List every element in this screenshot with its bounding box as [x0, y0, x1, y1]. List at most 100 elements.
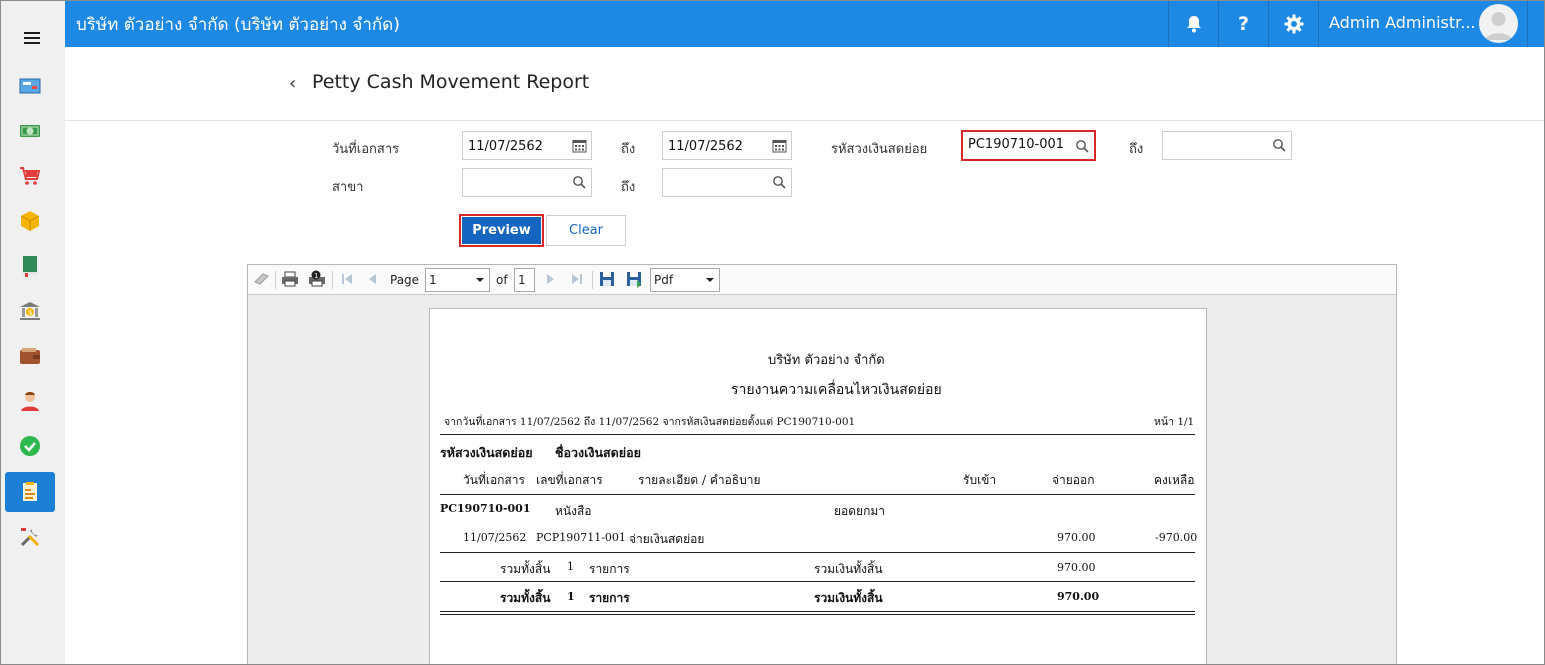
- sidebar-item-finance[interactable]: [5, 111, 55, 151]
- date-from-value: 11/07/2562: [468, 139, 543, 154]
- date-to-input[interactable]: 11/07/2562: [662, 131, 792, 160]
- chevron-down-icon: [476, 278, 484, 282]
- calendar-icon[interactable]: [772, 138, 787, 153]
- row-detail: จ่ายเงินสดย่อย: [629, 532, 705, 546]
- export-format-value: Pdf: [654, 273, 674, 287]
- money-icon: [20, 125, 40, 137]
- sidebar-item-wallet[interactable]: [5, 336, 55, 376]
- group-petty-code: PC190710-001: [440, 502, 531, 515]
- top-bar: บริษัท ตัวอย่าง จำกัด (บริษัท ตัวอย่าง จ…: [65, 0, 1545, 47]
- search-icon[interactable]: [1075, 139, 1090, 154]
- wallet-icon: [20, 348, 40, 364]
- total-pages-value: 1: [518, 273, 526, 287]
- to-label: ถึง: [621, 180, 636, 195]
- row-balance: -970.00: [1155, 531, 1198, 544]
- page-number-select[interactable]: 1: [425, 268, 490, 292]
- grand-total-money-label: รวมเงินทั้งสิ้น: [814, 591, 883, 605]
- help-button[interactable]: ?: [1218, 0, 1268, 47]
- sidebar-item-book[interactable]: [5, 246, 55, 286]
- next-page-icon[interactable]: [541, 270, 559, 288]
- report-viewer: 1 Page 1 of 1 Pdf บริษัท ตัวอย่าง จำกัด …: [247, 264, 1397, 665]
- col-receive: รับเข้า: [963, 473, 997, 487]
- svg-text:$: $: [28, 309, 32, 317]
- sidebar-item-reports[interactable]: [5, 472, 55, 512]
- sidebar-item-hr[interactable]: [5, 381, 55, 421]
- chevron-down-icon: [706, 278, 714, 282]
- sidebar: $: [0, 0, 65, 665]
- print-page-icon[interactable]: 1: [308, 270, 326, 288]
- of-label: of: [496, 273, 508, 287]
- group-petty-name: หนังสือ: [555, 504, 592, 518]
- toggle-params-icon[interactable]: [253, 270, 271, 288]
- save-icon[interactable]: [598, 270, 616, 288]
- subtotal-items-label: รายการ: [589, 562, 630, 576]
- page-header: ‹ Petty Cash Movement Report: [65, 47, 1545, 121]
- clear-button[interactable]: Clear: [546, 215, 626, 246]
- sidebar-item-approve[interactable]: [5, 426, 55, 466]
- col-pay-out: จ่ายออก: [1052, 473, 1095, 487]
- report-company: บริษัท ตัวอย่าง จำกัด: [768, 353, 885, 368]
- to-label: ถึง: [621, 142, 636, 157]
- to-label: ถึง: [1129, 142, 1144, 157]
- notification-button[interactable]: [1168, 0, 1218, 47]
- report-filter-text: จากวันที่เอกสาร 11/07/2562 ถึง 11/07/256…: [444, 416, 856, 428]
- preview-button[interactable]: Preview: [459, 214, 544, 247]
- grand-total-label: รวมทั้งสิ้น: [500, 591, 551, 605]
- report-title: รายงานความเคลื่อนไหวเงินสดย่อย: [731, 382, 942, 398]
- sidebar-item-dashboard[interactable]: [5, 66, 55, 106]
- branch-label: สาขา: [332, 180, 364, 195]
- petty-code-label: รหัสวงเงินสดย่อย: [831, 142, 928, 157]
- report-icon: [23, 482, 37, 501]
- grand-total-pay-out: 970.00: [1057, 590, 1100, 603]
- company-name: บริษัท ตัวอย่าง จำกัด (บริษัท ตัวอย่าง จ…: [76, 15, 400, 35]
- row-pay-out: 970.00: [1057, 531, 1096, 544]
- row-doc-date: 11/07/2562: [463, 531, 527, 544]
- dashboard-icon: [19, 78, 41, 94]
- branch-from-input[interactable]: [462, 168, 592, 197]
- check-circle-icon: [20, 436, 40, 456]
- tools-icon: [20, 528, 40, 547]
- petty-code-from-input[interactable]: PC190710-001: [961, 130, 1096, 161]
- bank-icon: $: [20, 302, 40, 320]
- sidebar-item-settings[interactable]: [5, 517, 55, 557]
- page-number-value: 1: [429, 273, 437, 287]
- subtotal-count: 1: [567, 560, 574, 573]
- settings-button[interactable]: [1268, 0, 1318, 47]
- doc-date-label: วันที่เอกสาร: [332, 142, 400, 157]
- user-name: Admin Administr...: [1329, 13, 1476, 32]
- branch-to-input[interactable]: [662, 168, 792, 197]
- bell-icon: [1186, 15, 1201, 32]
- user-menu[interactable]: Admin Administr...: [1318, 0, 1528, 47]
- calendar-icon[interactable]: [572, 138, 587, 153]
- report-toolbar: 1 Page 1 of 1 Pdf: [248, 265, 1396, 295]
- petty-code-to-input[interactable]: [1162, 131, 1292, 160]
- sidebar-item-inventory[interactable]: [5, 201, 55, 241]
- gear-icon: [1284, 14, 1303, 33]
- subtotal-money-label: รวมเงินทั้งสิ้น: [814, 562, 883, 576]
- total-pages: 1: [514, 268, 535, 292]
- page-title: Petty Cash Movement Report: [312, 71, 590, 93]
- date-to-value: 11/07/2562: [668, 139, 743, 154]
- sidebar-item-bank[interactable]: $: [5, 291, 55, 331]
- export-format-select[interactable]: Pdf: [650, 268, 720, 292]
- box-icon: [20, 211, 40, 231]
- date-from-input[interactable]: 11/07/2562: [462, 131, 592, 160]
- prev-page-icon[interactable]: [364, 270, 382, 288]
- last-page-icon[interactable]: [568, 270, 586, 288]
- export-icon[interactable]: [625, 270, 643, 288]
- avatar[interactable]: [1479, 4, 1518, 43]
- chevron-left-icon[interactable]: ‹: [289, 73, 296, 94]
- search-icon[interactable]: [772, 175, 787, 190]
- search-icon[interactable]: [1272, 138, 1287, 153]
- search-icon[interactable]: [572, 175, 587, 190]
- col-doc-no: เลขที่เอกสาร: [536, 473, 603, 487]
- col-petty-name: ชื่อวงเงินสดย่อย: [555, 445, 641, 460]
- person-icon: [21, 392, 39, 411]
- col-detail: รายละเอียด / คำอธิบาย: [638, 473, 761, 487]
- subtotal-label: รวมทั้งสิ้น: [500, 562, 551, 576]
- first-page-icon[interactable]: [338, 270, 356, 288]
- print-icon[interactable]: [281, 270, 299, 288]
- sidebar-item-purchase[interactable]: [5, 156, 55, 196]
- user-avatar-icon: [1485, 12, 1512, 40]
- menu-icon[interactable]: [24, 32, 40, 44]
